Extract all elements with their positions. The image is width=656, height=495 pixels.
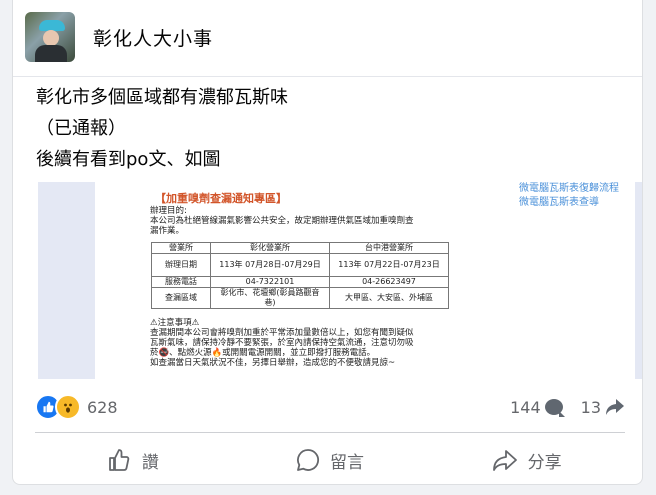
avatar[interactable] <box>25 12 75 62</box>
table-cell: 113年 07月28日-07月29日 <box>210 253 330 277</box>
table-cell: 大甲區、大安區、外埔區 <box>329 287 449 309</box>
thumbs-up-icon <box>108 449 130 471</box>
notice-purpose-line: 漏作業。 <box>150 226 185 236</box>
post-card: 彰化人大小事 彰化市多個區域都有濃郁瓦斯味 （已通報） 後續有看到po文、如圖 … <box>12 0 643 485</box>
table-cell: 服務電話 <box>151 276 211 288</box>
comment-icon <box>297 449 320 471</box>
notice-caution-line: 查漏期間本公司會將嗅劑加重於平常添加量數倍以上，如您有聞到疑似 <box>150 328 414 338</box>
post-text: 彰化市多個區域都有濃郁瓦斯味 （已通報） 後續有看到po文、如圖 <box>36 82 288 175</box>
notice-caution-line: 菸🚭、點燃火源🔥或開關電源開關，並立即撥打服務電話。 <box>150 348 376 358</box>
notice-caution-line: 如查漏當日天氣狀況不佳，另擇日舉辦，造成您的不便敬請見諒~ <box>150 358 396 368</box>
comment-button[interactable]: 留言 <box>232 440 429 480</box>
table-cell: 113年 07月22日-07月23日 <box>329 253 449 277</box>
engagement-stats: 628 144 13 <box>35 394 625 420</box>
table-row: 營業所 彰化營業所 台中港營業所 <box>151 242 449 254</box>
share-count[interactable]: 13 <box>581 398 601 417</box>
post-header: 彰化人大小事 <box>25 12 213 62</box>
like-button[interactable]: 讚 <box>35 440 232 480</box>
notice-caution-line: 瓦斯氣味，請保持冷靜不要緊張，於室內請保持空氣流通，注意切勿吸 <box>150 338 414 348</box>
table-header: 台中港營業所 <box>329 242 449 254</box>
table-header: 彰化營業所 <box>210 242 330 254</box>
comment-count[interactable]: 144 <box>510 398 541 417</box>
share-label: 分享 <box>527 452 562 473</box>
comment-bubble-icon <box>544 399 565 417</box>
post-line: （已通報） <box>36 118 126 139</box>
table-header: 營業所 <box>151 242 211 254</box>
notice-caution-title: ⚠注意事項⚠ <box>150 318 200 328</box>
notice-links: 微電腦瓦斯表復歸流程 微電腦瓦斯表查導 <box>519 182 639 210</box>
post-actions: 讚 留言 分享 <box>35 440 625 480</box>
table-row: 辦理日期 113年 07月28日-07月29日 113年 07月22日-07月2… <box>151 253 449 277</box>
table-row: 查漏區域 彰化市、花壇鄉(彰員路觀音巷) 大甲區、大安區、外埔區 <box>151 287 449 309</box>
share-arrow-icon <box>606 399 624 415</box>
notice-document: 微電腦瓦斯表復歸流程 微電腦瓦斯表查導 【加重嗅劑查漏通知專區】 辦理目的: 本… <box>95 182 635 379</box>
table-cell: 04-7322101 <box>210 276 330 288</box>
header-divider <box>13 76 642 77</box>
actions-divider <box>35 432 625 433</box>
notice-table: 營業所 彰化營業所 台中港營業所 辦理日期 113年 07月28日-07月29日… <box>151 242 449 309</box>
table-cell: 辦理日期 <box>151 253 211 277</box>
post-image[interactable]: 微電腦瓦斯表復歸流程 微電腦瓦斯表查導 【加重嗅劑查漏通知專區】 辦理目的: 本… <box>38 182 642 379</box>
table-cell: 彰化市、花壇鄉(彰員路觀音巷) <box>210 287 330 309</box>
wow-reaction-icon[interactable] <box>55 394 81 420</box>
notice-purpose-line: 本公司為杜絕管線漏氣影響公共安全，故定期辦理供氣區域加重嗅劑查 <box>150 216 414 226</box>
comment-label: 留言 <box>330 452 364 473</box>
notice-purpose-label: 辦理目的: <box>150 206 187 216</box>
table-cell: 04-26623497 <box>329 276 449 288</box>
notice-link[interactable]: 微電腦瓦斯表查導 <box>519 196 639 210</box>
notice-link[interactable]: 微電腦瓦斯表復歸流程 <box>519 182 639 196</box>
post-line: 後續有看到po文、如圖 <box>36 149 221 170</box>
post-line: 彰化市多個區域都有濃郁瓦斯味 <box>36 87 288 108</box>
share-icon <box>492 450 517 471</box>
comment-share-stats: 144 13 <box>510 398 625 417</box>
share-button[interactable]: 分享 <box>428 440 625 480</box>
notice-title: 【加重嗅劑查漏通知專區】 <box>155 192 287 205</box>
like-label: 讚 <box>141 452 159 473</box>
page-name[interactable]: 彰化人大小事 <box>93 24 213 51</box>
table-row: 服務電話 04-7322101 04-26623497 <box>151 276 449 288</box>
reaction-count[interactable]: 628 <box>87 398 118 417</box>
table-cell: 查漏區域 <box>151 287 211 309</box>
